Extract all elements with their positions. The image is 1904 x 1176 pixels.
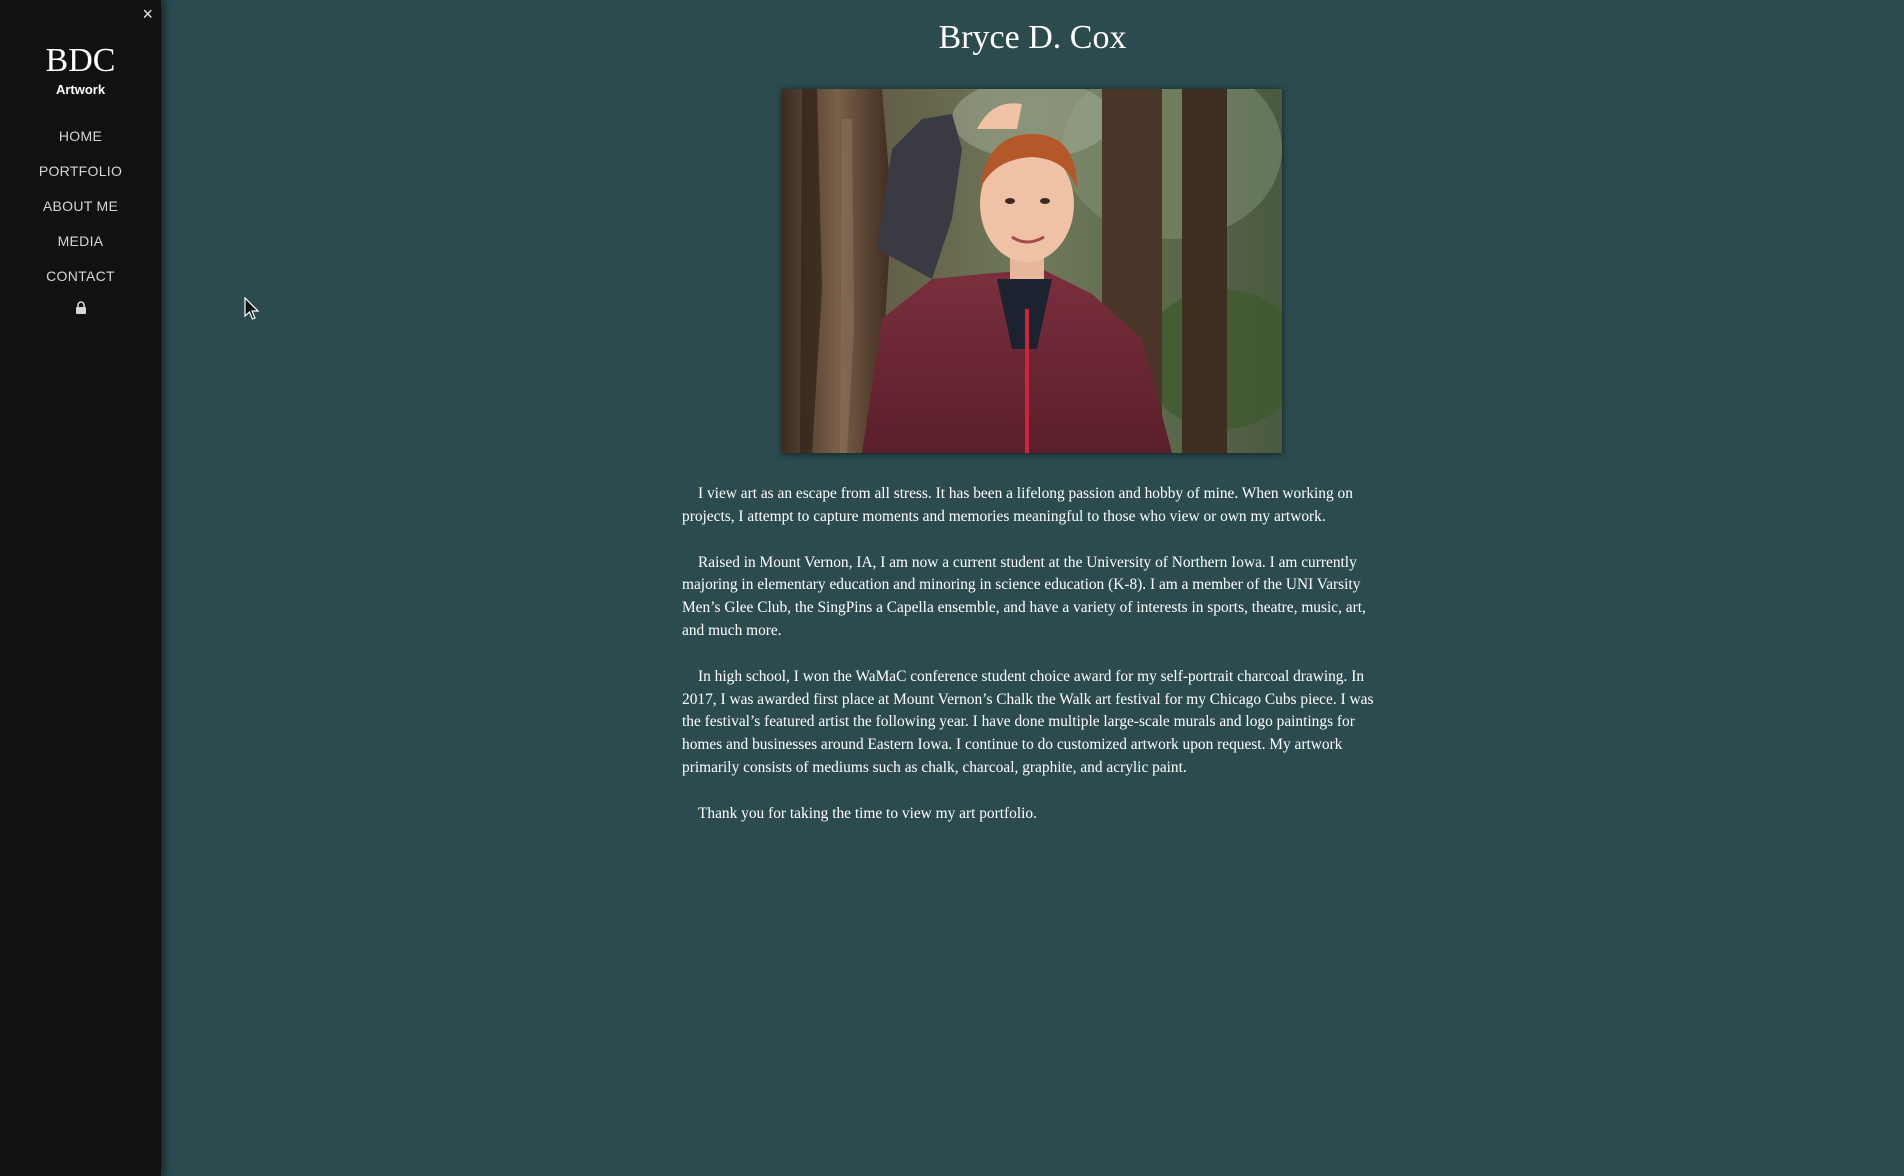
portrait-image [782,89,1282,453]
bio-paragraph: Raised in Mount Vernon, IA, I am now a c… [682,553,1366,639]
bio-paragraph: I view art as an escape from all stress.… [682,485,1353,525]
nav-item-home[interactable]: HOME [0,119,161,154]
page-title: Bryce D. Cox [938,19,1127,56]
lock-icon [75,300,86,314]
nav-item-portfolio[interactable]: PORTFOLIO [0,154,161,189]
sidebar: × BDC Artwork HOME PORTFOLIO ABOUT ME ME… [0,0,161,1176]
main-nav: HOME PORTFOLIO ABOUT ME MEDIA CONTACT [0,119,161,320]
main-content: Bryce D. Cox I view art as an escape fro… [161,0,1904,1176]
site-logo[interactable]: BDC [0,42,161,80]
nav-item-lock[interactable] [0,294,161,320]
bio-paragraph: In high school, I won the WaMaC conferen… [682,667,1374,776]
nav-item-media[interactable]: MEDIA [0,224,161,259]
portrait-photo [782,89,1282,453]
nav-item-contact[interactable]: CONTACT [0,259,161,294]
bio-text: I view art as an escape from all stress.… [682,483,1382,849]
bio-paragraph: Thank you for taking the time to view my… [698,804,1037,822]
nav-item-about-me[interactable]: ABOUT ME [0,189,161,224]
close-icon[interactable]: × [142,4,153,24]
mouse-cursor-icon [244,297,260,320]
site-logo-subtitle: Artwork [55,82,106,97]
